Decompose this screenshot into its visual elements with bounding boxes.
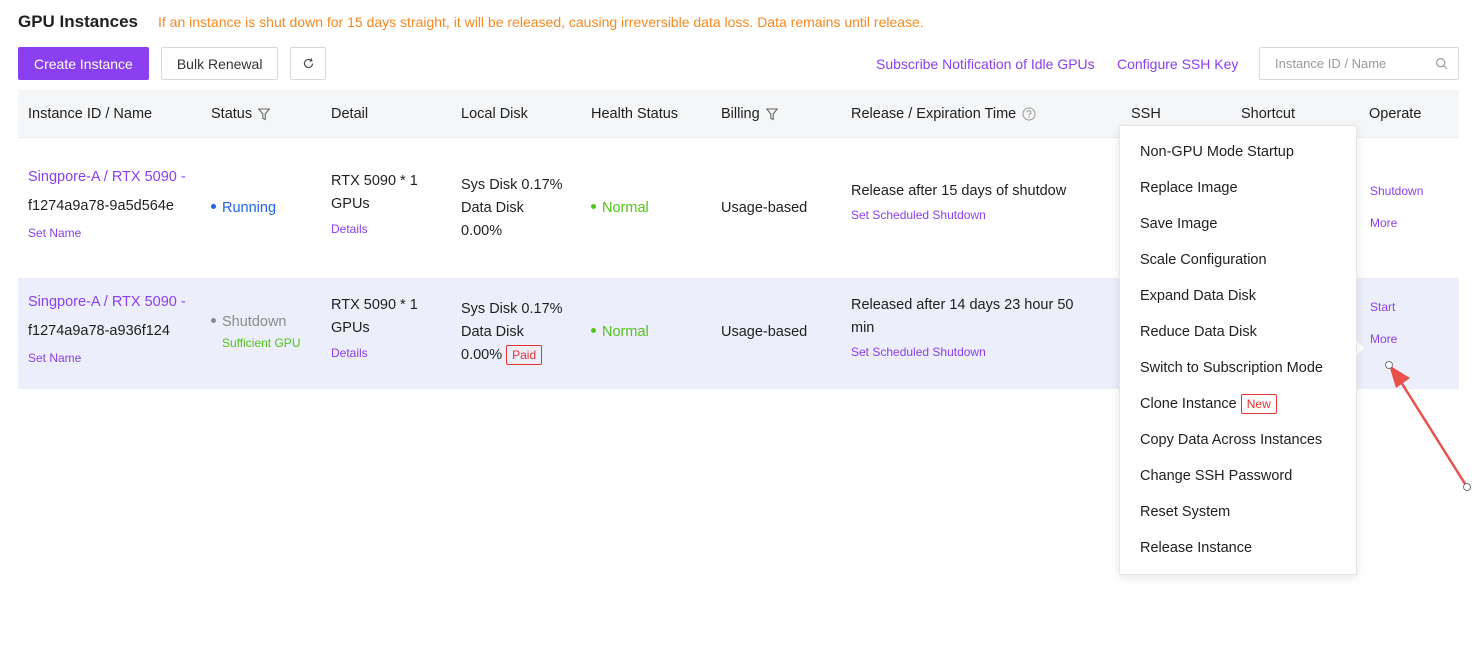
status-dot [211, 317, 216, 323]
set-scheduled-shutdown-link[interactable]: Set Scheduled Shutdown [851, 341, 1073, 364]
filter-icon[interactable] [258, 107, 271, 121]
health-dot [591, 203, 596, 209]
more-button[interactable]: More [1370, 212, 1423, 235]
instance-name-link[interactable]: Singpore-A / RTX 5090 - [28, 166, 186, 189]
new-badge: New [1240, 394, 1277, 414]
release-warning: If an instance is shut down for 15 days … [158, 14, 924, 30]
release-text: Release after 15 days of shutdow [851, 183, 1067, 199]
gpu-unit: GPUs [331, 196, 370, 212]
health-cell: Normal [591, 197, 649, 220]
status-dot [211, 203, 216, 209]
menu-item-non-gpu-startup[interactable]: Non-GPU Mode Startup [1120, 134, 1356, 170]
instance-cell: Singpore-A / RTX 5090 - f1274a9a78-9a5d5… [28, 166, 186, 245]
menu-item-scale-configuration[interactable]: Scale Configuration [1120, 242, 1356, 278]
search-box [1259, 47, 1459, 80]
column-header-health: Health Status [591, 106, 679, 122]
set-scheduled-shutdown-link[interactable]: Set Scheduled Shutdown [851, 204, 1066, 227]
detail-cell: RTX 5090 * 1 GPUs Details [331, 170, 418, 241]
status-cell: Shutdown Sufficient GPU [211, 311, 300, 355]
sys-disk: Sys Disk 0.17% [461, 177, 563, 193]
health-text: Normal [602, 324, 649, 340]
sys-disk: Sys Disk 0.17% [461, 301, 563, 317]
gpu-unit: GPUs [331, 320, 370, 336]
set-name-link[interactable]: Set Name [28, 222, 186, 245]
status-text: Shutdown [222, 314, 287, 330]
search-icon[interactable] [1435, 57, 1448, 70]
gpu-spec: RTX 5090 * 1 [331, 173, 418, 189]
menu-item-switch-subscription[interactable]: Switch to Subscription Mode [1120, 350, 1356, 386]
status-cell: Running [211, 197, 276, 220]
column-header-billing: Billing [721, 90, 778, 138]
details-link[interactable]: Details [331, 342, 418, 365]
column-header-detail: Detail [331, 106, 369, 122]
column-header-instance: Instance ID / Name [28, 106, 153, 122]
local-disk-cell: Sys Disk 0.17% Data Disk 0.00% [461, 174, 563, 243]
gpu-availability: Sufficient GPU [222, 336, 301, 350]
menu-item-label: Clone Instance [1140, 396, 1237, 412]
configure-ssh-key-link[interactable]: Configure SSH Key [1117, 56, 1238, 72]
health-text: Normal [602, 200, 649, 216]
column-header-local-disk: Local Disk [461, 106, 528, 122]
bulk-renewal-button[interactable]: Bulk Renewal [160, 47, 279, 80]
menu-item-copy-data[interactable]: Copy Data Across Instances [1120, 422, 1356, 458]
page-header: GPU Instances If an instance is shut dow… [18, 12, 924, 32]
gpu-spec: RTX 5090 * 1 [331, 297, 418, 313]
menu-item-save-image[interactable]: Save Image [1120, 206, 1356, 242]
release-text-cont: min [851, 320, 875, 336]
release-cell: Release after 15 days of shutdow Set Sch… [851, 180, 1066, 227]
data-disk-label: Data Disk [461, 324, 524, 340]
refresh-button[interactable] [290, 47, 327, 80]
operate-cell: Shutdown More [1370, 180, 1423, 235]
menu-item-clone-instance[interactable]: Clone Instance New [1120, 386, 1356, 422]
menu-item-change-ssh-password[interactable]: Change SSH Password [1120, 458, 1356, 494]
menu-item-release-instance[interactable]: Release Instance [1120, 530, 1356, 566]
menu-item-expand-data-disk[interactable]: Expand Data Disk [1120, 278, 1356, 314]
menu-item-replace-image[interactable]: Replace Image [1120, 170, 1356, 206]
menu-item-reduce-data-disk[interactable]: Reduce Data Disk [1120, 314, 1356, 350]
set-name-link[interactable]: Set Name [28, 347, 186, 370]
column-header-release: Release / Expiration Time [851, 90, 1036, 138]
instance-cell: Singpore-A / RTX 5090 - f1274a9a78-a936f… [28, 291, 186, 370]
health-cell: Normal [591, 321, 649, 344]
paid-badge: Paid [506, 345, 543, 366]
release-text: Released after 14 days 23 hour 50 [851, 297, 1074, 313]
instance-name-link[interactable]: Singpore-A / RTX 5090 - [28, 291, 186, 314]
health-dot [591, 327, 596, 333]
billing-cell: Usage-based [721, 200, 808, 216]
page-title: GPU Instances [18, 12, 138, 31]
release-cell: Released after 14 days 23 hour 50 min Se… [851, 294, 1073, 364]
refresh-icon [303, 58, 314, 69]
operate-cell: Start More [1370, 296, 1397, 351]
instance-id: f1274a9a78-a936f124 [28, 323, 170, 339]
column-header-status: Status [211, 90, 271, 138]
data-disk-label: Data Disk [461, 200, 524, 216]
more-button[interactable]: More [1370, 328, 1397, 351]
subscribe-link-wrap: Subscribe Notification of Idle GPUs [876, 47, 1095, 80]
ssh-key-link-wrap: Configure SSH Key [1117, 47, 1238, 80]
detail-cell: RTX 5090 * 1 GPUs Details [331, 294, 418, 365]
column-header-operate: Operate [1369, 106, 1422, 122]
details-link[interactable]: Details [331, 218, 418, 241]
menu-item-reset-system[interactable]: Reset System [1120, 494, 1356, 530]
subscribe-idle-gpus-link[interactable]: Subscribe Notification of Idle GPUs [876, 56, 1095, 72]
billing-cell: Usage-based [721, 324, 808, 340]
toolbar: Create Instance Bulk Renewal [18, 47, 327, 80]
filter-icon[interactable] [765, 107, 778, 121]
create-instance-button[interactable]: Create Instance [18, 47, 149, 80]
help-icon[interactable] [1022, 107, 1036, 121]
data-disk-value: 0.00% [461, 223, 503, 239]
instance-id: f1274a9a78-9a5d564e [28, 198, 174, 214]
status-text: Running [222, 200, 277, 216]
search-input[interactable] [1260, 48, 1428, 79]
local-disk-cell: Sys Disk 0.17% Data Disk 0.00% Paid [461, 298, 563, 367]
shutdown-button[interactable]: Shutdown [1370, 180, 1423, 203]
start-button[interactable]: Start [1370, 296, 1397, 319]
data-disk-value: 0.00% [461, 347, 503, 363]
more-menu: Non-GPU Mode Startup Replace Image Save … [1119, 125, 1357, 575]
